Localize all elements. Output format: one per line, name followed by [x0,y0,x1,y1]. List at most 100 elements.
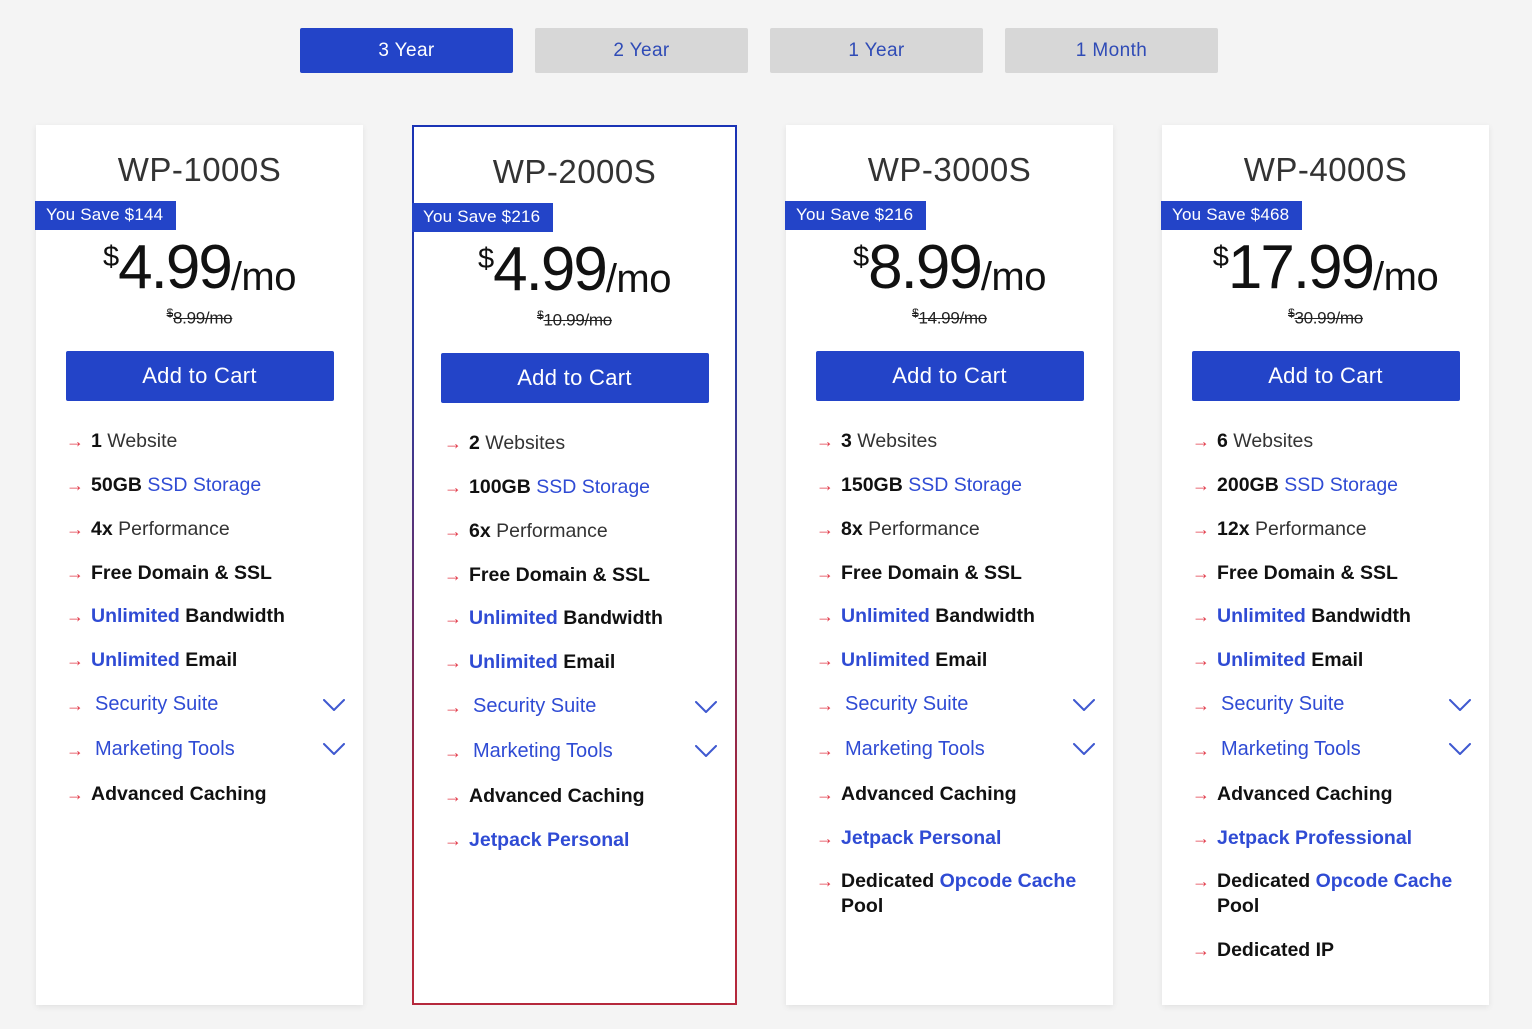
chevron-down-icon[interactable] [1073,743,1095,756]
save-badge: You Save $216 [785,201,927,230]
feature-list: → 1 Website → 50GB SSD Storage → 4x Performan… [36,401,363,807]
pricing-card-featured: WP-2000S You Save $216 $4.99/mo $10.99/mo Ad… [412,125,737,1005]
feature-text-part: 6 [1217,429,1228,452]
arrow-right-icon: → [1192,871,1210,892]
arrow-right-icon: → [1192,430,1210,451]
feature-item-expandable[interactable]: → Marketing Tools [444,739,717,765]
feature-text-part: Advanced Caching [841,782,1017,805]
feature-item: → Unlimited Bandwidth [66,604,345,629]
feature-item: → Unlimited Bandwidth [444,606,717,631]
feature-item: → Unlimited Bandwidth [816,604,1095,629]
feature-item: → Free Domain & SSL [444,563,717,588]
arrow-right-icon: → [444,476,462,497]
term-option-1-year[interactable]: 1 Year [770,28,983,73]
feature-item: → Unlimited Email [444,650,717,675]
feature-text-part: SSD Storage [1278,473,1399,496]
chevron-down-icon[interactable] [1449,743,1471,756]
feature-label: Unlimited Bandwidth [841,604,1095,629]
arrow-right-icon: → [816,695,834,716]
price-period: /mo [230,255,297,299]
chevron-down-icon[interactable] [323,698,345,712]
chevron-down-icon[interactable] [695,700,717,714]
feature-label: 2 Websites [469,431,717,456]
feature-item-expandable[interactable]: → Security Suite [816,692,1095,718]
feature-item-expandable[interactable]: → Marketing Tools [816,737,1095,763]
price-period: /mo [605,257,672,301]
feature-label: 1 Website [91,429,345,454]
feature-label: 4x Performance [91,517,345,542]
feature-item-expandable[interactable]: → Marketing Tools [1192,737,1471,763]
feature-label: Unlimited Bandwidth [91,604,345,629]
feature-text-part: Jetpack Professional [1217,826,1413,849]
feature-text-part: Performance [862,517,980,540]
arrow-right-icon: → [444,652,462,673]
plan-name: WP-3000S [867,151,1032,188]
chevron-down-icon[interactable] [1449,698,1471,712]
feature-text-part: Free Domain & SSL [91,561,272,584]
feature-item: → 50GB SSD Storage [66,473,345,498]
arrow-right-icon: → [816,606,834,627]
chevron-down-icon[interactable] [323,743,345,756]
feature-text-part: 100GB [469,475,531,498]
feature-item: → 150GB SSD Storage [816,473,1095,498]
feature-text-part: Security Suite [1221,693,1345,716]
feature-text-part: Marketing Tools [1221,737,1361,760]
feature-text-part: 150GB [841,473,903,496]
feature-item-expandable[interactable]: → Security Suite [444,694,717,720]
price-amount: 8.99 [868,233,983,302]
feature-label: Unlimited Email [841,648,1095,673]
feature-item: → Unlimited Bandwidth [1192,604,1471,629]
feature-list: → 2 Websites → 100GB SSD Storage → 6x Perform… [414,403,735,853]
feature-text-part: Free Domain & SSL [841,561,1022,584]
feature-item: → 100GB SSD Storage [444,475,717,500]
feature-text-part: Bandwidth [1305,605,1411,628]
feature-item: → Advanced Caching [66,782,345,807]
feature-text-part: Advanced Caching [1217,782,1393,805]
term-option-1-month[interactable]: 1 Month [1005,28,1218,73]
arrow-right-icon: → [1192,474,1210,495]
arrow-right-icon: → [66,518,84,539]
feature-text-part: Security Suite [845,693,969,716]
add-to-cart-button[interactable]: Add to Cart [440,352,709,403]
feature-text-part: 1 [91,429,102,452]
feature-label: Advanced Caching [1217,782,1471,807]
feature-item-expandable[interactable]: → Marketing Tools [66,737,345,763]
feature-item-expandable[interactable]: → Security Suite [66,692,345,718]
price-amount: 4.99 [493,235,608,304]
feature-text-part: 4x [91,517,113,540]
feature-text-part: 8x [841,517,863,540]
add-to-cart-button[interactable]: Add to Cart [65,350,334,401]
arrow-right-icon: → [444,564,462,585]
feature-label: 6 Websites [1217,429,1471,454]
arrow-right-icon: → [1192,518,1210,539]
feature-label: Advanced Caching [91,782,345,807]
arrow-right-icon: → [444,741,462,762]
feature-item: → Jetpack Professional [1192,826,1471,851]
feature-label: 200GB SSD Storage [1217,473,1471,498]
chevron-down-icon[interactable] [695,745,717,758]
feature-text-part: Marketing Tools [845,737,985,760]
feature-label: Dedicated Opcode Cache Pool [1217,869,1471,919]
feature-label: Marketing Tools [1221,737,1439,763]
feature-text-part: 12x [1217,517,1250,540]
feature-item: → 4x Performance [66,517,345,542]
add-to-cart-button[interactable]: Add to Cart [815,350,1084,401]
plan-name: WP-1000S [117,151,282,188]
arrow-right-icon: → [444,785,462,806]
arrow-right-icon: → [66,606,84,627]
term-option-3-year[interactable]: 3 Year [300,28,513,73]
feature-item: → Advanced Caching [444,784,717,809]
feature-item: → 6 Websites [1192,429,1471,454]
feature-text-part: Bandwidth [179,605,285,628]
chevron-down-icon[interactable] [1073,698,1095,712]
feature-text-part: Dedicated [841,870,940,893]
feature-label: Free Domain & SSL [91,561,345,586]
save-badge: You Save $216 [412,203,554,232]
feature-item: → Unlimited Email [66,648,345,673]
term-option-2-year[interactable]: 2 Year [535,28,748,73]
arrow-right-icon: → [816,827,834,848]
feature-label: Marketing Tools [473,739,685,765]
add-to-cart-button[interactable]: Add to Cart [1191,350,1460,401]
feature-text-part: Performance [1249,517,1367,540]
feature-item-expandable[interactable]: → Security Suite [1192,692,1471,718]
